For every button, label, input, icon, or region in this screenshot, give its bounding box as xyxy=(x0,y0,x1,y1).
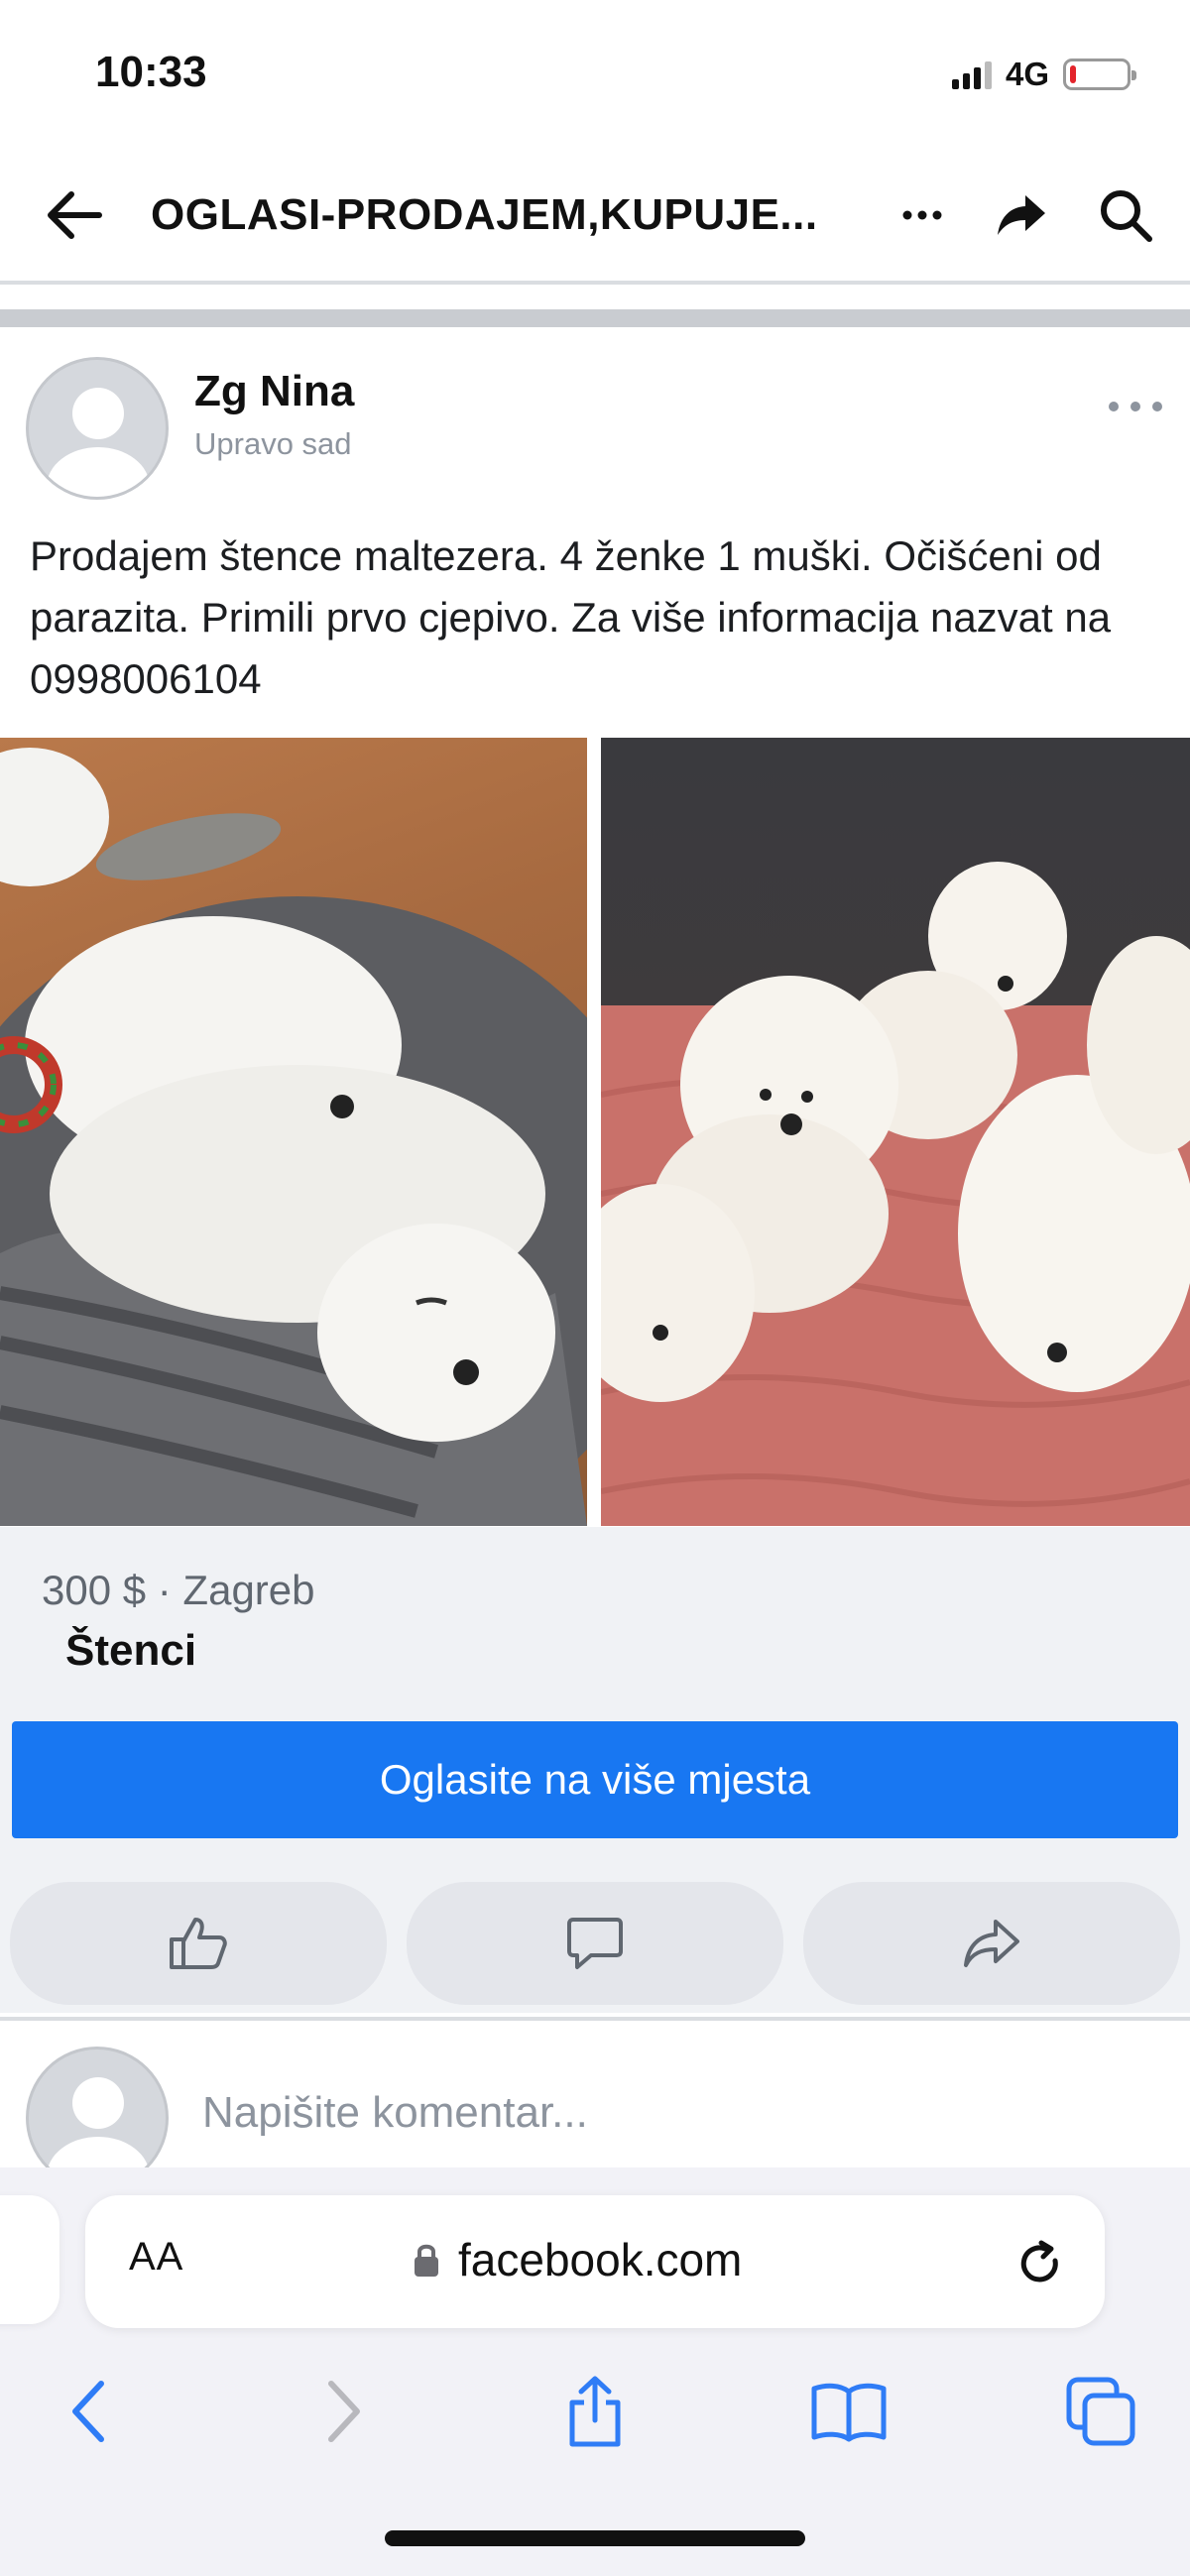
reader-options-button[interactable]: AA xyxy=(129,2235,183,2280)
book-icon xyxy=(811,2383,887,2442)
photo-grid xyxy=(0,738,1190,1526)
puppy-photo-2[interactable] xyxy=(601,738,1190,1526)
post-text: Prodajem štence maltezera. 4 ženke 1 muš… xyxy=(30,532,1112,702)
share-post-button[interactable] xyxy=(803,1882,1180,2005)
promote-listing-button[interactable]: Oglasite na više mjesta xyxy=(12,1721,1178,1838)
header-divider xyxy=(0,281,1190,285)
item-title: Štenci xyxy=(65,1626,197,1675)
tabs-button[interactable] xyxy=(1051,2362,1150,2461)
search-icon xyxy=(1101,190,1152,242)
comment-button[interactable] xyxy=(407,1882,783,2005)
share-upload-icon xyxy=(569,2376,621,2447)
more-button[interactable] xyxy=(892,180,952,250)
ellipsis-icon xyxy=(1109,402,1162,411)
home-indicator[interactable] xyxy=(385,2530,805,2546)
group-title: OGLASI-PRODAJEM,KUPUJE... xyxy=(151,190,818,239)
battery-fill xyxy=(1070,65,1077,83)
marketplace-listing: 300 $ · Zagreb Štenci Oglasite na više m… xyxy=(0,1527,1190,2013)
like-button[interactable] xyxy=(10,1882,387,2005)
feed-separator xyxy=(0,309,1190,327)
group-header: OGLASI-PRODAJEM,KUPUJE... xyxy=(0,149,1190,283)
share-sheet-button[interactable] xyxy=(545,2362,645,2461)
post-card: Zg Nina Upravo sad Prodajem štence malte… xyxy=(0,327,1190,2013)
tabs-icon xyxy=(1066,2377,1135,2446)
comment-bubble-icon xyxy=(567,1918,623,1969)
chevron-right-icon xyxy=(328,2381,360,2442)
back-nav-button[interactable] xyxy=(40,2362,139,2461)
post-options-button[interactable] xyxy=(1101,387,1170,426)
browser-toolbar xyxy=(0,2362,1190,2471)
comment-composer: Napišite komentar... xyxy=(0,2023,1190,2189)
puppies-on-blanket-image xyxy=(601,862,1190,1526)
lock-icon xyxy=(415,2244,438,2277)
author-avatar[interactable] xyxy=(26,357,169,500)
address-bar[interactable]: AA facebook.com xyxy=(85,2195,1105,2328)
status-bar: 10:33 4G xyxy=(0,0,1190,149)
bookmarks-button[interactable] xyxy=(799,2362,898,2461)
reload-icon xyxy=(1020,2240,1058,2283)
status-icons: 4G xyxy=(951,56,1136,93)
share-arrow-icon xyxy=(964,1920,1019,1967)
price-location: 300 $ · Zagreb xyxy=(42,1567,315,1613)
reload-button[interactable] xyxy=(1006,2229,1075,2298)
network-label: 4G xyxy=(1005,56,1049,92)
ellipsis-icon xyxy=(902,210,942,220)
status-time: 10:33 xyxy=(95,48,207,96)
signal-icon xyxy=(951,59,992,89)
post-actions xyxy=(10,1882,1180,2005)
comment-input[interactable]: Napišite komentar... xyxy=(202,2088,588,2138)
back-arrow-icon xyxy=(48,191,102,239)
browser-chrome: AA facebook.com xyxy=(0,2167,1190,2576)
puppies-in-bed-image xyxy=(0,748,587,1526)
puppy-photo-1[interactable] xyxy=(0,738,587,1526)
battery-icon xyxy=(1063,59,1136,90)
search-button[interactable] xyxy=(1091,180,1160,250)
url-text: facebook.com xyxy=(458,2234,743,2285)
previous-tab-peek[interactable] xyxy=(0,2195,60,2324)
thumbs-up-icon xyxy=(170,1918,227,1969)
forward-nav-button[interactable] xyxy=(294,2362,393,2461)
comment-divider xyxy=(0,2017,1190,2021)
url-display[interactable]: facebook.com xyxy=(413,2233,742,2286)
share-arrow-icon xyxy=(998,195,1045,235)
back-button[interactable] xyxy=(40,180,109,250)
chevron-left-icon xyxy=(72,2381,104,2442)
share-button[interactable] xyxy=(987,180,1056,250)
author-name[interactable]: Zg Nina xyxy=(194,367,354,416)
post-time[interactable]: Upravo sad xyxy=(194,426,352,462)
